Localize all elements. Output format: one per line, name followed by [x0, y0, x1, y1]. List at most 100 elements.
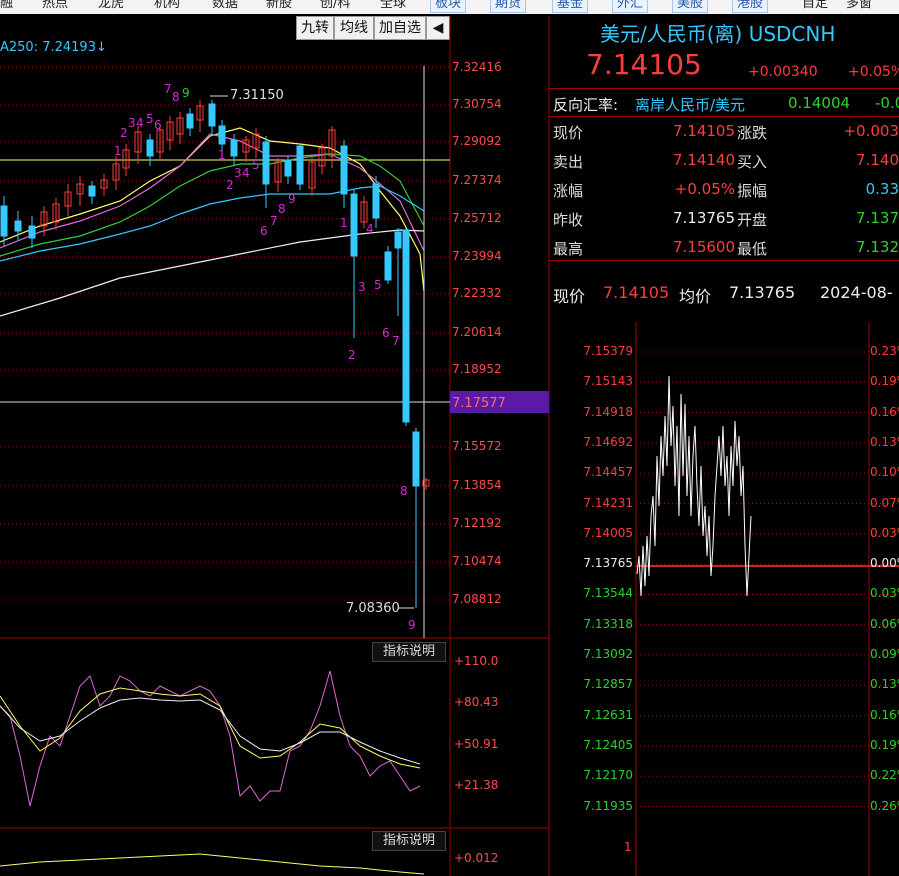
candle-body: [14, 220, 22, 232]
ind1-yellow: [0, 687, 421, 769]
price-tick: 7.23994: [452, 249, 502, 263]
intraday-pct-tick: 0.19%: [870, 374, 899, 389]
nav-item[interactable]: 全球: [380, 0, 406, 12]
nav-item[interactable]: 热点: [42, 0, 68, 12]
reverse-rate-label: 反向汇率:: [553, 96, 619, 114]
nav-item[interactable]: 机构: [154, 0, 180, 12]
price-tick: 7.27374: [452, 173, 502, 187]
nav-tab[interactable]: 美股: [672, 0, 709, 13]
quote-label: 开盘: [737, 211, 768, 229]
price-tick: 7.12192: [452, 516, 502, 530]
intraday-price-tick: 7.12857: [583, 677, 633, 692]
quote-value: 7.132: [856, 238, 899, 256]
divider: [549, 260, 899, 261]
quote-value: 0.33: [865, 180, 899, 198]
candle-body: [384, 251, 392, 281]
price-tick: 7.18952: [452, 362, 502, 376]
td-count: 5: [146, 112, 154, 126]
intraday-price-tick: 7.15143: [583, 374, 633, 389]
candle-body: [262, 141, 270, 185]
intraday-price-tick: 7.13544: [583, 586, 633, 601]
candle-body: [28, 225, 36, 239]
intraday-price-tick: 7.11935: [583, 798, 633, 813]
intraday-price-tick: 7.14692: [583, 434, 633, 449]
td-count: 7: [270, 214, 278, 228]
quote-label: 昨收: [553, 211, 584, 229]
intraday-price-tick: 7.14918: [583, 404, 633, 419]
intraday-price-tick: 7.13765: [583, 556, 633, 571]
quote-label: 最低: [737, 240, 768, 258]
nav-item[interactable]: 自定: [802, 0, 828, 12]
nav-tab[interactable]: 基金: [552, 0, 589, 13]
nav-tab[interactable]: 板块: [430, 0, 467, 13]
intraday-date: 2024-08-: [820, 283, 893, 302]
nav-item[interactable]: 数据: [212, 0, 238, 12]
nav-item[interactable]: 新股: [266, 0, 292, 12]
td-count: 4: [366, 222, 374, 236]
price-tick: 7.30754: [452, 97, 502, 111]
quote-value: 7.140: [856, 151, 899, 169]
intraday-pct-tick: 0.06%: [870, 616, 899, 631]
intraday-price-tick: 7.13318: [583, 616, 633, 631]
intraday-price-tick: 7.14457: [583, 465, 633, 480]
indicator1-axis-label: +80.43: [454, 695, 499, 709]
intraday-price-tick: 7.12405: [583, 737, 633, 752]
price-tick: 7.08812: [452, 592, 502, 606]
nav-tab[interactable]: 外汇: [612, 0, 649, 13]
nav-item[interactable]: 龙虎: [98, 0, 124, 12]
indicator1-explain-button[interactable]: 指标说明: [372, 642, 446, 662]
nav-item[interactable]: 多窗: [846, 0, 872, 12]
price-tick: 7.32416: [452, 60, 502, 74]
td-count: 1: [340, 216, 348, 230]
intraday-pct-tick: 0.13%: [870, 677, 899, 692]
quote-label: 卖出: [553, 153, 584, 171]
intraday-pct-tick: 0.03%: [870, 586, 899, 601]
high-annotation: 7.31150: [230, 88, 284, 103]
ind1-white: [0, 697, 421, 765]
intraday-pct-tick: 0.26%: [870, 798, 899, 813]
td-count: 9: [408, 618, 416, 632]
intraday-price-tick: 7.15379: [583, 344, 633, 358]
td-count: 9: [182, 86, 190, 100]
indicator1-axis-label: +50.91: [454, 737, 499, 751]
quote-label: 振幅: [737, 182, 768, 200]
reverse-rate-pair[interactable]: 离岸人民币/美元: [635, 94, 745, 115]
nav-tab[interactable]: 港股: [732, 0, 769, 13]
divider: [549, 88, 899, 89]
quote-value: 7.14140: [672, 151, 735, 169]
intraday-avg-label: 均价: [679, 287, 712, 306]
candle-body: [412, 431, 420, 487]
reverse-rate-change: -0.0: [875, 94, 899, 112]
indicator2-axis-label: +0.012: [454, 851, 499, 865]
nav-item[interactable]: 融: [0, 0, 13, 12]
td-count: 3: [234, 166, 242, 180]
candle-body: [372, 183, 380, 219]
td-count: 7: [164, 82, 172, 96]
td-count: 1: [114, 144, 122, 158]
td-count: 8: [400, 484, 408, 498]
candle-body: [350, 193, 358, 257]
td-count: 9: [288, 192, 296, 206]
quote-value: 7.14105: [672, 122, 735, 140]
price-change: +0.00340: [748, 64, 818, 80]
td-count: 1: [218, 148, 226, 162]
quote-label: 涨幅: [553, 182, 584, 200]
price-tick: 7.22332: [452, 286, 502, 300]
intraday-price-line: [636, 375, 752, 597]
td-count: 2: [120, 126, 128, 140]
volume-tick: 1: [624, 840, 632, 854]
intraday-pct-tick: 0.10%: [870, 465, 899, 480]
candle-body: [296, 145, 304, 185]
candle-body: [208, 103, 216, 127]
indicator2-explain-button[interactable]: 指标说明: [372, 831, 446, 851]
intraday-pct-tick: 0.09%: [870, 647, 899, 661]
td-count: 4: [242, 166, 250, 180]
indicator1-axis-label: +21.38: [454, 778, 499, 792]
td-count: 5: [374, 278, 382, 292]
nav-item[interactable]: 创/科: [320, 0, 350, 12]
nav-tab[interactable]: 期货: [490, 0, 527, 13]
candles: [0, 100, 430, 608]
intraday-pct-tick: 0.23%: [870, 344, 899, 358]
candle-body: [230, 139, 238, 157]
current-price-marker-label: 7.17577: [452, 396, 506, 411]
